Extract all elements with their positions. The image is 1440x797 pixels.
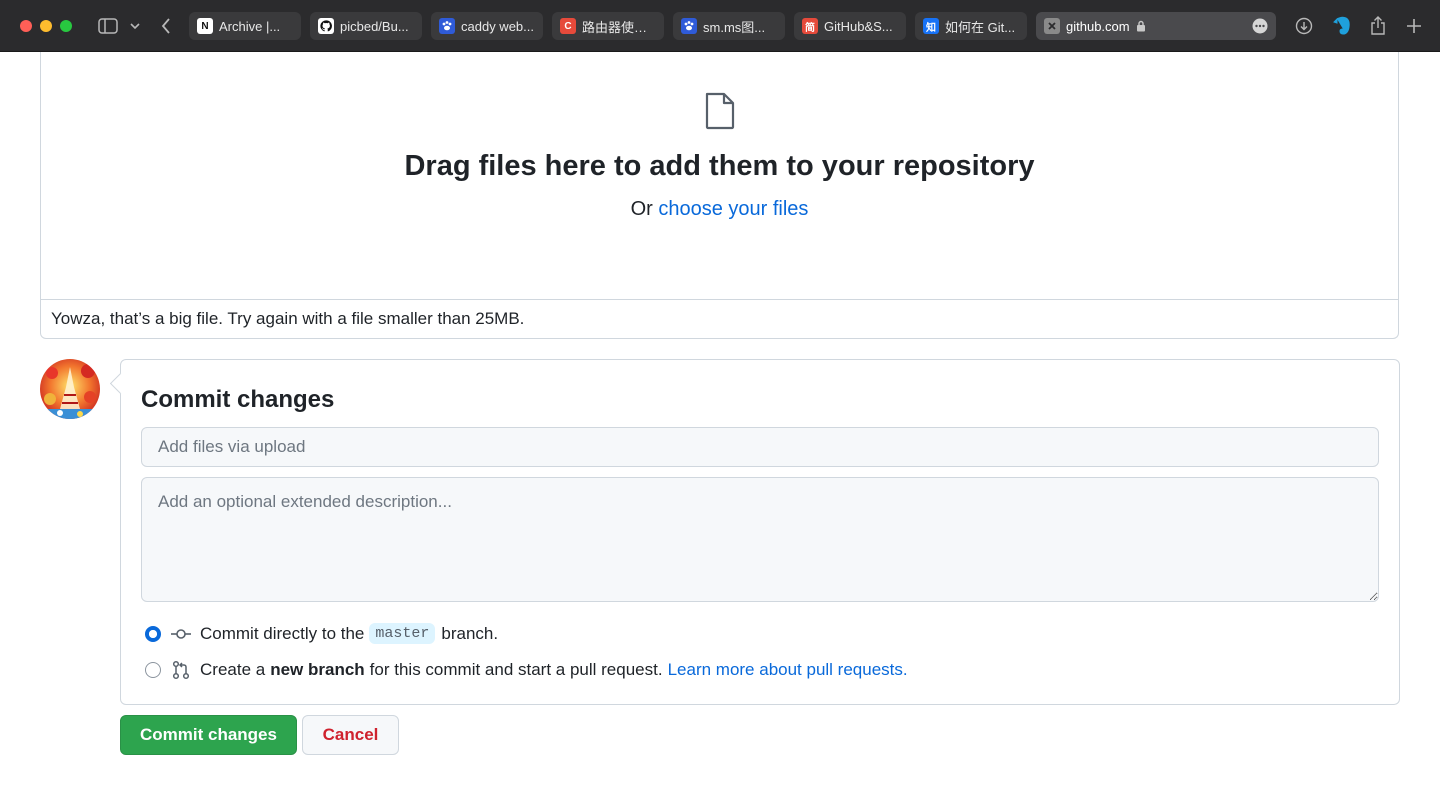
cancel-button[interactable]: Cancel [302, 715, 399, 755]
address-bar-text: github.com [1066, 18, 1130, 34]
evernote-extension-icon[interactable] [1331, 14, 1353, 38]
close-window-button[interactable] [20, 20, 32, 32]
commit-form: Commit changes Commit directly to the ma… [120, 359, 1400, 705]
git-pull-request-icon [171, 660, 191, 680]
back-icon[interactable] [158, 14, 174, 38]
browser-tab-label: picbed/Bu... [340, 18, 409, 34]
file-size-error-message: Yowza, that’s a big file. Try again with… [51, 309, 525, 328]
browser-tab[interactable]: sm.ms图... [673, 12, 785, 40]
browser-tab-label: 路由器使用... [582, 19, 656, 35]
browser-tab-label: caddy web... [461, 18, 534, 34]
chevron-down-icon[interactable] [128, 14, 142, 38]
baidu-paw-favicon-icon [439, 18, 455, 34]
browser-tab[interactable]: N Archive |... [189, 12, 301, 40]
browser-tab[interactable]: C 路由器使用... [552, 12, 664, 40]
browser-tab[interactable]: 知如何在 Git... [915, 12, 1027, 40]
browser-tab[interactable]: picbed/Bu... [310, 12, 422, 40]
tab-active[interactable]: github.com [1036, 12, 1276, 40]
browser-tab[interactable]: 简 GitHub&S... [794, 12, 906, 40]
new-branch-radio[interactable] [145, 662, 161, 678]
site-favicon-icon: C [560, 18, 576, 34]
git-commit-icon [171, 624, 191, 644]
browser-toolbar: N Archive |... picbed/Bu... caddy web... C 路由… [0, 0, 1440, 52]
browser-tab-label: Archive |... [219, 18, 281, 34]
commit-direct-suffix: branch. [441, 623, 499, 643]
lock-icon [1136, 20, 1146, 32]
new-branch-prefix: Create a [200, 660, 266, 679]
or-text: Or [630, 198, 653, 220]
minimize-window-button[interactable] [40, 20, 52, 32]
dropzone-title: Drag files here to add them to your repo… [404, 150, 1035, 182]
commit-description-input[interactable] [141, 477, 1379, 602]
drop-target[interactable]: Drag files here to add them to your repo… [41, 52, 1398, 300]
zoom-window-button[interactable] [60, 20, 72, 32]
site-favicon-icon: N [197, 18, 213, 34]
commit-changes-button[interactable]: Commit changes [120, 715, 297, 755]
browser-tab-label: GitHub&S... [824, 18, 893, 34]
page-favicon-icon [1044, 18, 1060, 34]
new-branch-middle: for this commit and start a pull request… [369, 660, 663, 679]
new-branch-option[interactable]: Create a new branch for this commit and … [145, 660, 908, 680]
avatar[interactable] [40, 359, 100, 419]
commit-heading: Commit changes [141, 386, 335, 413]
new-branch-bold: new branch [270, 660, 365, 679]
upload-dropzone[interactable]: Drag files here to add them to your repo… [40, 52, 1399, 339]
commit-direct-option[interactable]: Commit directly to the master branch. [145, 623, 498, 644]
more-options-icon[interactable] [1252, 18, 1268, 34]
commit-summary-input[interactable] [141, 427, 1379, 467]
github-favicon-icon [318, 18, 334, 34]
learn-more-pull-requests-link[interactable]: Learn more about pull requests. [668, 660, 908, 680]
browser-tab[interactable]: caddy web... [431, 12, 543, 40]
browser-tab-label: sm.ms图... [703, 19, 766, 35]
site-favicon-icon: 简 [802, 18, 818, 34]
downloads-icon[interactable] [1294, 14, 1314, 38]
file-icon [704, 92, 736, 135]
browser-tab-label: 如何在 Git... [945, 19, 1016, 35]
choose-files-link[interactable]: choose your files [658, 198, 808, 220]
commit-direct-prefix: Commit directly to the [200, 623, 365, 643]
baidu-paw-favicon-icon [681, 18, 697, 34]
sidebar-toggle-icon[interactable] [96, 14, 120, 38]
commit-direct-radio[interactable] [145, 625, 161, 642]
new-tab-icon[interactable] [1404, 14, 1424, 38]
site-favicon-icon: 知 [923, 18, 939, 34]
dropzone-subtitle: Or choose your files [41, 198, 1398, 221]
share-icon[interactable] [1368, 14, 1388, 38]
branch-name-badge: master [369, 623, 436, 644]
